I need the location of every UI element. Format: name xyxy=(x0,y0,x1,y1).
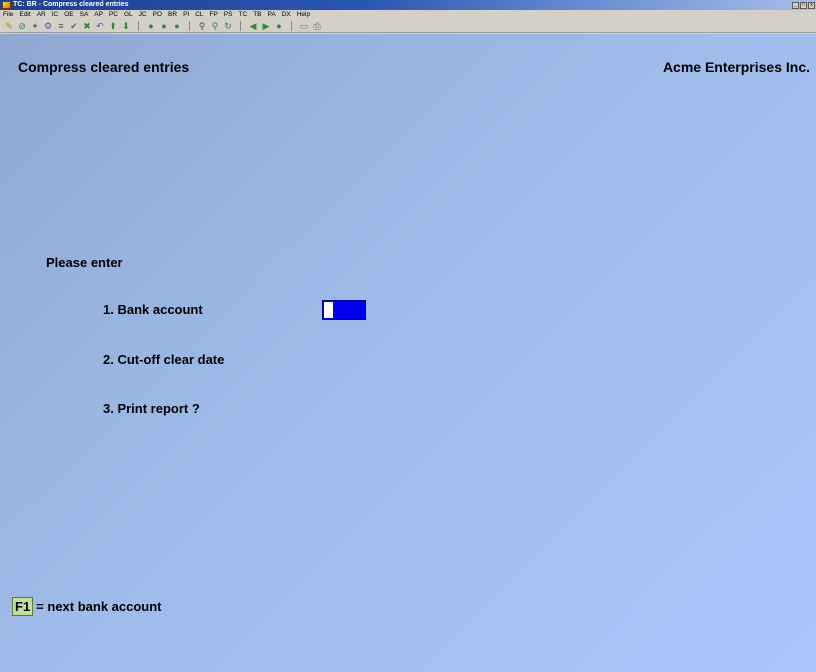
menu-item-fp[interactable]: FP xyxy=(210,10,218,19)
company-name: Acme Enterprises Inc. xyxy=(662,59,810,75)
window-icon[interactable]: ▭ xyxy=(299,21,309,31)
zoom-icon[interactable]: ⚲ xyxy=(210,21,220,31)
prev-icon[interactable]: ◀ xyxy=(248,21,258,31)
field-label-print-report: 3. Print report ? xyxy=(103,401,200,416)
menu-item-br[interactable]: BR xyxy=(168,10,177,19)
next-icon[interactable]: ▶ xyxy=(261,21,271,31)
text-cursor xyxy=(324,302,333,318)
toolbar-separator xyxy=(138,20,139,31)
down-arrow-icon[interactable]: ⬇ xyxy=(121,21,131,31)
screen-title: Compress cleared entries xyxy=(18,59,190,75)
menu-item-ar[interactable]: AR xyxy=(37,10,46,19)
open-icon[interactable]: ✎ xyxy=(4,21,14,31)
menu-item-oe[interactable]: OE xyxy=(64,10,73,19)
menu-item-gl[interactable]: GL xyxy=(124,10,133,19)
menu-item-ap[interactable]: AP xyxy=(94,10,103,19)
check-icon[interactable]: ✔ xyxy=(69,21,79,31)
menu-item-pc[interactable]: PC xyxy=(109,10,118,19)
menu-item-cl[interactable]: CL xyxy=(195,10,203,19)
menu-item-pa[interactable]: PA xyxy=(268,10,276,19)
field-label-bank-account: 1. Bank account xyxy=(103,302,203,317)
window-title: TC: BR - Compress cleared entries xyxy=(13,1,129,8)
menu-item-tc[interactable]: TC xyxy=(239,10,248,19)
main-content: Compress cleared entries Acme Enterprise… xyxy=(0,34,816,672)
window-controls: _ □ x xyxy=(792,0,815,10)
menu-item-file[interactable]: File xyxy=(3,10,13,19)
title-bar: TC: BR - Compress cleared entries _ □ x xyxy=(0,0,816,10)
circle-icon[interactable]: ● xyxy=(159,21,169,31)
f1-key-button[interactable]: F1 xyxy=(12,597,34,616)
menu-item-dx[interactable]: DX xyxy=(282,10,291,19)
toolbar-separator xyxy=(189,20,190,31)
circle-icon[interactable]: ● xyxy=(146,21,156,31)
toolbar: ✎ ⊘ ✦ ⚙ ≡ ✔ ✖ ↶ ⬆ ⬇ ● ● ● ⚲ ⚲ ↻ ◀ ▶ ● ▭ ⎙ xyxy=(0,19,816,33)
refresh-icon[interactable]: ↻ xyxy=(223,21,233,31)
minimize-button[interactable]: _ xyxy=(792,1,799,9)
menu-item-help[interactable]: Help xyxy=(297,10,310,19)
menu-item-edit[interactable]: Edit xyxy=(19,10,30,19)
list-icon[interactable]: ≡ xyxy=(56,21,66,31)
cancel-icon[interactable]: ✖ xyxy=(82,21,92,31)
prompt-heading: Please enter xyxy=(46,255,123,270)
menu-item-po[interactable]: PO xyxy=(153,10,162,19)
binoculars-icon[interactable]: ⚲ xyxy=(197,21,207,31)
app-icon xyxy=(2,1,11,9)
settings-icon[interactable]: ⚙ xyxy=(43,21,53,31)
up-arrow-icon[interactable]: ⬆ xyxy=(108,21,118,31)
toolbar-separator xyxy=(240,20,241,31)
menu-item-jc[interactable]: JC xyxy=(139,10,147,19)
menu-item-sa[interactable]: SA xyxy=(80,10,89,19)
f1-key-description: = next bank account xyxy=(36,599,162,614)
tools-icon[interactable]: ✦ xyxy=(30,21,40,31)
menu-item-pi[interactable]: PI xyxy=(183,10,189,19)
menu-item-ps[interactable]: PS xyxy=(224,10,233,19)
stop-icon[interactable]: ⊘ xyxy=(17,21,27,31)
function-key-hint: F1 = next bank account xyxy=(12,597,162,616)
menu-item-tb[interactable]: TB xyxy=(253,10,261,19)
menu-bar: File Edit AR IC OE SA AP PC GL JC PO BR … xyxy=(0,10,816,19)
close-button[interactable]: x xyxy=(808,1,815,9)
record-icon[interactable]: ● xyxy=(274,21,284,31)
printer-icon[interactable]: ⎙ xyxy=(312,21,322,31)
undo-icon[interactable]: ↶ xyxy=(95,21,105,31)
toolbar-separator xyxy=(291,20,292,31)
bank-account-input[interactable] xyxy=(322,300,366,320)
circle-icon[interactable]: ● xyxy=(172,21,182,31)
menu-item-ic[interactable]: IC xyxy=(52,10,59,19)
field-label-cutoff-clear-date: 2. Cut-off clear date xyxy=(103,352,225,367)
maximize-button[interactable]: □ xyxy=(800,1,807,9)
